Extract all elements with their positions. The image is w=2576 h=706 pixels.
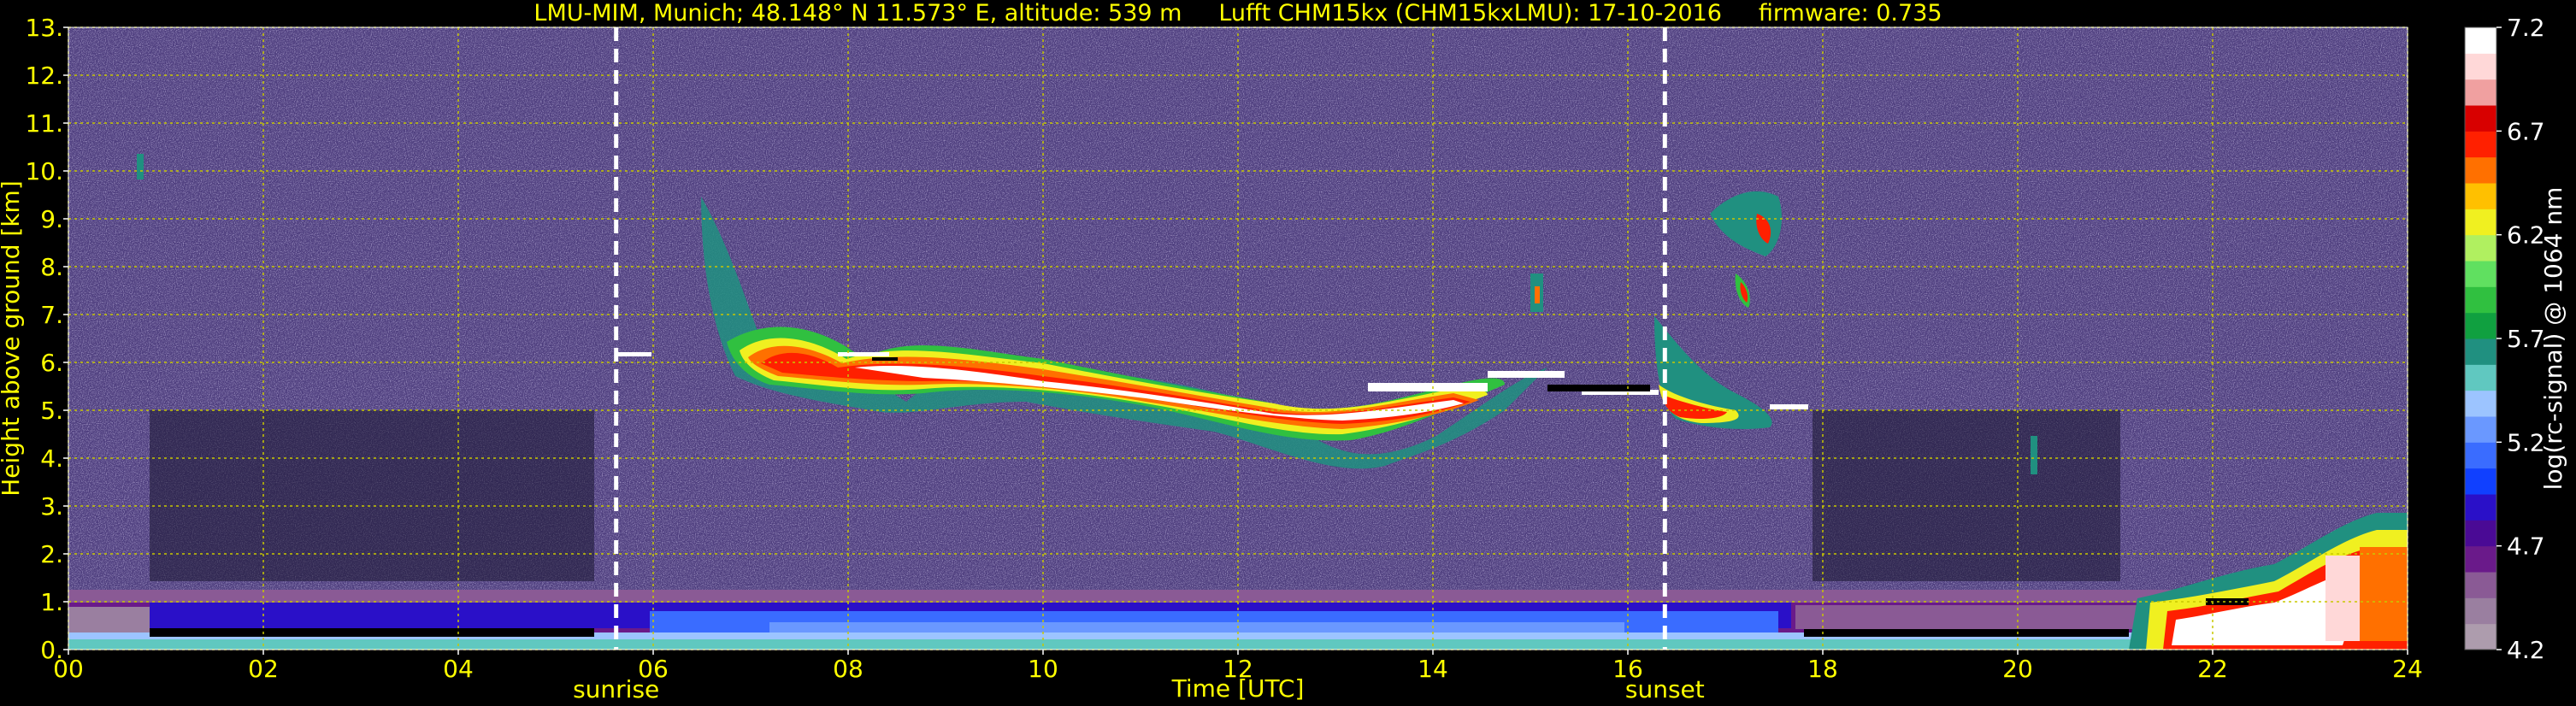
colorbar-segment [2465, 156, 2496, 184]
colorbar-segment [2465, 286, 2496, 314]
x-tick-label: 24 [2392, 655, 2423, 683]
cirrus-black-streak [1547, 385, 1650, 391]
cloud-patch [617, 352, 651, 356]
x-axis-label: Time [UTC] [1171, 674, 1305, 703]
cloud-patch [2031, 436, 2037, 474]
y-tick-label: 6. [40, 349, 63, 377]
x-tick-label: 02 [248, 655, 279, 683]
x-tick-label: 20 [2002, 655, 2033, 683]
boundary-layer-cyan [769, 622, 1624, 634]
colorbar-segment [2465, 416, 2496, 443]
colorbar-tick-label: 4.2 [2507, 636, 2545, 664]
y-tick-label: 5. [40, 397, 63, 425]
x-tick-label: 08 [833, 655, 864, 683]
cirrus-black-streak [872, 357, 898, 361]
x-tick-label: 04 [443, 655, 474, 683]
colorbar [2465, 27, 2496, 650]
colorbar-segment [2465, 545, 2496, 573]
colorbar-segment [2465, 338, 2496, 365]
cirrus-white-streak [1770, 404, 1808, 409]
colorbar-segment [2465, 131, 2496, 158]
cirrus-white-streak [1368, 383, 1488, 391]
y-ticks: 0.1.2.3.4.5.6.7.8.9.10.11.12.13. [25, 14, 68, 664]
colorbar-segment [2465, 623, 2496, 650]
sunrise-label: sunrise [573, 675, 659, 703]
colorbar-segment [2465, 27, 2496, 54]
colorbar-segment [2465, 442, 2496, 469]
low-cloud-orange [2360, 547, 2408, 641]
colorbar-segment [2465, 520, 2496, 547]
y-tick-label: 7. [40, 301, 63, 329]
sunset-label: sunset [1625, 675, 1705, 703]
purple-night [1795, 605, 2137, 629]
colorbar-segment [2465, 468, 2496, 495]
dark-zone [150, 410, 594, 581]
cloud-patch [1535, 286, 1540, 303]
cirrus-white-streak [1488, 371, 1565, 378]
colorbar-segment [2465, 312, 2496, 339]
colorbar-tick-label: 7.2 [2507, 14, 2545, 42]
colorbar-segment [2465, 79, 2496, 106]
y-tick-label: 8. [40, 253, 63, 281]
y-tick-label: 10. [25, 157, 63, 185]
y-tick-label: 11. [25, 109, 63, 138]
cirrus-white-streak [838, 352, 889, 356]
colorbar-segment [2465, 209, 2496, 236]
colorbar-segment [2465, 364, 2496, 391]
purple-night [68, 607, 150, 632]
x-tick-label: 18 [1807, 655, 1838, 683]
y-tick-label: 9. [40, 205, 63, 233]
colorbar-segment [2465, 597, 2496, 625]
colorbar-segment [2465, 183, 2496, 209]
colorbar-segment [2465, 105, 2496, 132]
colorbar-tick-label: 4.7 [2507, 532, 2545, 561]
y-tick-label: 2. [40, 540, 63, 568]
surface-black [1804, 628, 2129, 637]
colorbar-segment [2465, 234, 2496, 262]
x-tick-label: 00 [53, 655, 84, 683]
cloud-patch [137, 154, 144, 179]
surface-black [150, 628, 594, 637]
colorbar-segment [2465, 261, 2496, 287]
x-tick-label: 22 [2197, 655, 2228, 683]
y-axis-label: Height above ground [km] [0, 180, 25, 497]
colorbar-ticks: 4.24.75.25.76.26.77.2 [2496, 14, 2545, 664]
colorbar-segment [2465, 390, 2496, 417]
y-tick-label: 1. [40, 588, 63, 616]
y-tick-label: 12. [25, 62, 63, 90]
y-tick-label: 3. [40, 492, 63, 521]
colorbar-label: log(rc-signal) @ 1064 nm [2539, 187, 2567, 491]
y-tick-label: 13. [25, 14, 63, 42]
ceilometer-chart: 0.1.2.3.4.5.6.7.8.9.10.11.12.13. 00 02 04 0… [0, 0, 2567, 703]
colorbar-tick-label: 6.7 [2507, 117, 2545, 145]
colorbar-segment [2465, 494, 2496, 521]
colorbar-segment [2465, 572, 2496, 598]
dark-zone [1813, 410, 2120, 581]
marker-labels: sunrise sunset [573, 675, 1705, 703]
chart-title: LMU-MIM, Munich; 48.148° N 11.573° E, al… [533, 0, 1942, 26]
colorbar-segment [2465, 53, 2496, 80]
y-tick-label: 4. [40, 444, 63, 473]
x-tick-label: 10 [1028, 655, 1058, 683]
x-tick-label: 14 [1418, 655, 1448, 683]
